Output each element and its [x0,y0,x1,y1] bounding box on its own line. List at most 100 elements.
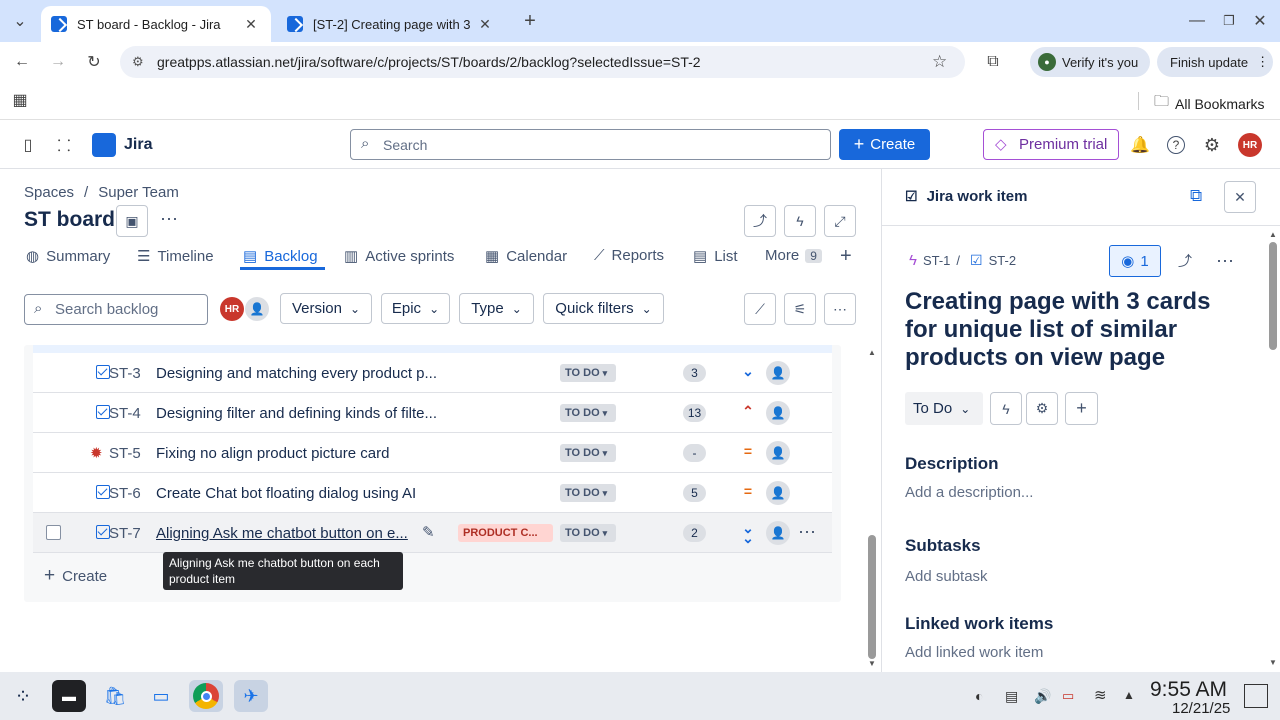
add-subtask-link[interactable]: Add subtask [905,568,988,585]
close-tab-icon[interactable]: ✕ [475,16,495,33]
tab-list[interactable]: ▤ List [693,247,738,266]
settings-gear-icon[interactable]: ⚙ [1200,133,1224,157]
battery-icon[interactable]: ▭ [1062,688,1074,704]
files-app-icon[interactable]: ▭ [144,680,178,712]
finish-update-button[interactable]: Finish update ⋮ [1157,47,1273,77]
remote-app-icon[interactable]: ✈ [234,680,268,712]
launcher-icon[interactable]: ⁘ [6,680,40,712]
status-dropdown[interactable]: TO DO ▾ [560,364,616,382]
premium-trial-button[interactable]: ◇ Premium trial [983,129,1119,160]
issue-key-link[interactable]: ST-2 [989,253,1016,268]
user-avatar[interactable]: HR [1238,133,1262,157]
close-tab-icon[interactable]: ✕ [241,16,261,33]
type-filter-button[interactable]: Type ⌄ [459,293,534,324]
status-dropdown[interactable]: TO DO ▾ [560,444,616,462]
tab-reports[interactable]: ⟋ Reports [594,247,664,264]
add-tab-icon[interactable]: + [840,245,852,268]
show-desktop-icon[interactable] [1244,684,1268,708]
chrome-app-icon[interactable] [189,680,223,712]
share-icon[interactable]: ⤴ [744,205,776,237]
clipboard-icon[interactable]: ▤ [1005,688,1018,705]
status-dropdown[interactable]: TO DO ▾ [560,404,616,422]
more-options-icon[interactable]: ⋯ [824,293,856,325]
more-actions-icon[interactable]: ⋯ [1209,245,1241,277]
all-bookmarks-button[interactable]: 🗀 All Bookmarks [1154,91,1264,116]
view-settings-icon[interactable]: ⚟ [784,293,816,325]
apps-grid-icon[interactable]: ▦ [8,88,32,112]
add-icon[interactable]: + [1065,392,1098,425]
table-row[interactable]: ST-3 Designing and matching every produc… [33,353,832,393]
story-points-badge[interactable]: - [683,444,706,462]
create-issue-button[interactable]: + Create [44,565,107,587]
jira-logo[interactable]: Jira [92,133,152,157]
board-switcher-icon[interactable]: ▣ [116,205,148,237]
table-row[interactable]: ST-7 Aligning Ask me chatbot button on e… [33,513,832,553]
epic-badge[interactable]: PRODUCT C... [458,524,553,542]
vpn-status-icon[interactable]: ◐ [975,688,983,704]
edit-pencil-icon[interactable]: ✎ [422,523,435,541]
tab-more[interactable]: More 9 [765,247,822,264]
sidebar-toggle-icon[interactable]: ▯ [16,133,40,157]
issue-title[interactable]: Creating page with 3 cards for unique li… [905,288,1245,372]
scrollbar-thumb[interactable] [868,535,876,659]
status-dropdown[interactable]: TO DO ▾ [560,524,616,542]
table-row[interactable]: ✹ ST-5 Fixing no align product picture c… [33,433,832,473]
share-icon[interactable]: ⤴ [1169,245,1201,277]
scroll-down-icon[interactable]: ▼ [868,659,876,668]
backlog-scrollbar[interactable]: ▲ ▼ [865,345,879,670]
browser-tab-st2[interactable]: [ST-2] Creating page with 3 ✕ [277,6,505,42]
notifications-bell-icon[interactable]: 🔔 [1128,133,1152,157]
address-bar[interactable]: ⚙ greatpps.atlassian.net/jira/software/c… [120,46,965,78]
app-switcher-icon[interactable]: ⸬ [52,133,76,157]
quick-filters-button[interactable]: Quick filters ⌄ [543,293,664,324]
fullscreen-icon[interactable]: ⤢ [824,205,856,237]
minimize-icon[interactable]: — [1185,9,1209,33]
browser-tab-backlog[interactable]: ST board - Backlog - Jira ✕ [41,6,271,42]
tab-calendar[interactable]: ▦ Calendar [485,247,567,266]
add-linked-item-link[interactable]: Add linked work item [905,644,1043,661]
tray-expand-icon[interactable]: ▲ [1123,688,1135,702]
automation-lightning-icon[interactable]: ϟ [784,205,816,237]
table-row[interactable]: ST-6 Create Chat bot floating dialog usi… [33,473,832,513]
assignee-avatar-icon[interactable]: 👤 [766,521,790,545]
story-points-badge[interactable]: 2 [683,524,706,542]
create-button[interactable]: + Create [839,129,930,160]
new-tab-icon[interactable]: + [518,9,542,33]
tab-summary[interactable]: ◍ Summary [26,247,110,266]
global-search-input[interactable]: ⌕ Search [350,129,831,160]
tab-backlog[interactable]: ▤ Backlog [243,247,318,266]
automation-lightning-icon[interactable]: ϟ [990,392,1022,425]
story-points-badge[interactable]: 3 [683,364,706,382]
help-icon[interactable]: ? [1167,136,1185,154]
breadcrumb-super-team[interactable]: Super Team [98,184,179,201]
panel-scrollbar[interactable]: ▲ ▼ [1266,228,1280,670]
reload-icon[interactable]: ↻ [82,50,106,74]
search-backlog-input[interactable]: ⌕ Search backlog [24,294,208,325]
extensions-icon[interactable]: ⧉ [981,50,1005,74]
epic-filter-button[interactable]: Epic ⌄ [381,293,450,324]
row-select-checkbox[interactable] [46,525,61,540]
version-filter-button[interactable]: Version ⌄ [280,293,372,324]
clock-date[interactable]: 12/21/25 [1172,700,1230,717]
assignee-avatar-icon[interactable]: 👤 [766,401,790,425]
assignee-avatar-icon[interactable]: 👤 [766,441,790,465]
tab-search-chevron-icon[interactable]: ⌄ [8,9,32,33]
tab-timeline[interactable]: ☰ Timeline [137,247,214,266]
assignee-avatar-icon[interactable]: 👤 [766,361,790,385]
scroll-up-icon[interactable]: ▲ [1269,230,1277,239]
open-in-new-tab-icon[interactable]: ⧉ [1190,186,1202,206]
breadcrumb-spaces[interactable]: Spaces [24,184,74,201]
store-app-icon[interactable]: 🛍 [98,680,132,712]
clock-time[interactable]: 9:55 AM [1150,678,1227,702]
avatar-filter-hr[interactable]: HR [220,297,244,321]
assignee-avatar-icon[interactable]: 👤 [766,481,790,505]
site-info-icon[interactable]: ⚙ [132,54,144,70]
bookmark-star-icon[interactable]: ☆ [932,52,947,72]
unassigned-filter-icon[interactable]: 👤 [245,297,269,321]
restore-icon[interactable]: ❐ [1217,9,1241,33]
tab-active-sprints[interactable]: ▥ Active sprints [344,247,454,266]
story-points-badge[interactable]: 5 [683,484,706,502]
verify-identity-button[interactable]: ● Verify it's you [1030,47,1150,77]
row-more-icon[interactable]: ⋯ [798,522,816,543]
watch-button[interactable]: ◉ 1 [1109,245,1161,277]
